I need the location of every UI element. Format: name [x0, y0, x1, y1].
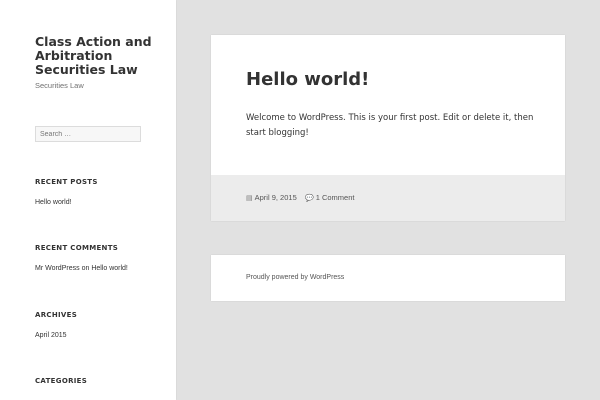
recent-post-link[interactable]: Hello world! — [35, 199, 72, 206]
post-card: Hello world! Welcome to WordPress. This … — [211, 35, 565, 221]
site-title[interactable]: Class Action and Arbitration Securities … — [35, 35, 155, 77]
post-comments-link[interactable]: 💬 1 Comment — [305, 193, 354, 202]
categories-title: CATEGORIES — [35, 377, 88, 385]
recent-posts-title: RECENT POSTS — [35, 178, 98, 186]
archive-link[interactable]: April 2015 — [35, 332, 67, 339]
post-date-text: April 9, 2015 — [254, 193, 297, 202]
comment-icon: 💬 — [305, 194, 314, 202]
post-meta-bar: ▤ April 9, 2015 💬 1 Comment — [211, 175, 565, 221]
archives-title: ARCHIVES — [35, 311, 78, 319]
comment-author-link[interactable]: Mr WordPress — [35, 265, 80, 272]
post-date[interactable]: ▤ April 9, 2015 — [246, 193, 297, 202]
post-body: Welcome to WordPress. This is your first… — [246, 113, 534, 138]
sidebar: Class Action and Arbitration Securities … — [0, 0, 176, 400]
post-comments-text: 1 Comment — [315, 193, 355, 202]
comment-post-link[interactable]: Hello world! — [91, 265, 128, 272]
search-input[interactable] — [35, 126, 141, 142]
post-title[interactable]: Hello world! — [246, 69, 369, 90]
recent-comments-title: RECENT COMMENTS — [35, 244, 119, 252]
comment-on-text: on — [81, 265, 90, 272]
powered-by-link[interactable]: Proudly powered by WordPress — [246, 274, 344, 281]
calendar-icon: ▤ — [246, 194, 253, 202]
recent-comment-item: Mr WordPress on Hello world! — [35, 265, 128, 272]
site-description: Securities Law — [35, 81, 84, 90]
site-footer: Proudly powered by WordPress — [211, 255, 565, 301]
